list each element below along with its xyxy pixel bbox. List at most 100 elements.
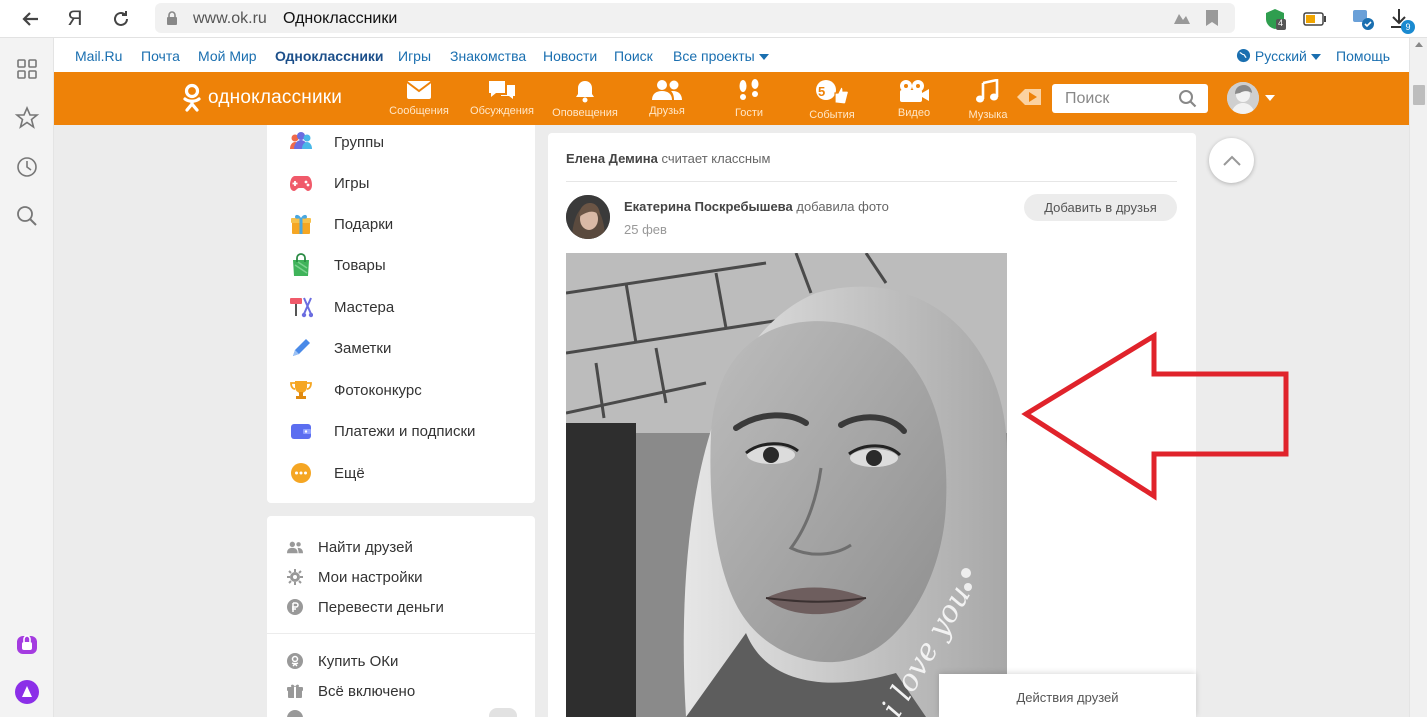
gear-icon [287, 569, 303, 585]
menu-item-masters[interactable]: Мастера [289, 294, 394, 320]
search-box[interactable] [1052, 84, 1208, 113]
address-domain: www.ok.ru [193, 10, 267, 27]
nav-events[interactable]: 5 События [794, 77, 870, 123]
menu-item-photo-contest[interactable]: Фотоконкурс [289, 377, 422, 403]
address-page-title: Одноклассники [283, 10, 398, 27]
friends-icon [652, 80, 682, 100]
more-dots-icon [289, 461, 313, 485]
star-favorites-icon[interactable] [14, 105, 40, 131]
menu-item-buy-ok[interactable]: Купить ОКи [287, 650, 398, 672]
help-link[interactable]: Помощь [1336, 48, 1390, 64]
address-bar[interactable]: www.ok.ru Одноклассники [155, 3, 1235, 33]
all-projects-dropdown[interactable]: Все проекты [673, 48, 769, 64]
menu-item-more[interactable]: Ещё [289, 460, 365, 486]
project-link[interactable]: Знакомства [450, 48, 526, 64]
project-link[interactable]: Мой Мир [198, 48, 257, 64]
menu-item-label: Платежи и подписки [334, 422, 476, 440]
post-photo[interactable]: i love you [566, 253, 1007, 717]
apps-grid-icon[interactable] [14, 56, 40, 82]
project-link[interactable]: Поиск [614, 48, 653, 64]
ok-coin-icon [287, 653, 303, 669]
globe-icon [1236, 48, 1251, 63]
scroll-to-top-button[interactable] [1209, 138, 1254, 183]
project-link[interactable]: Почта [141, 48, 180, 64]
protect-shield-icon[interactable]: 4 [1262, 6, 1288, 32]
friends-actions-panel[interactable]: Действия друзей [939, 674, 1196, 717]
groups-icon [289, 130, 313, 154]
wallet-icon [289, 419, 313, 443]
post-author-avatar[interactable] [566, 195, 610, 239]
post-author-link[interactable]: Екатерина Поскребышева [624, 199, 793, 214]
bookmark-icon[interactable] [1205, 9, 1219, 27]
menu-item-transfer-money[interactable]: Перевести деньги [287, 596, 444, 618]
nav-guests[interactable]: Гости [711, 77, 787, 123]
menu-item-goods[interactable]: Товары [289, 252, 386, 278]
scrollbar-thumb[interactable] [1413, 85, 1425, 105]
reload-icon[interactable] [108, 6, 134, 32]
project-link[interactable]: Mail.Ru [75, 48, 122, 64]
image-extension-icon[interactable] [1350, 6, 1376, 32]
user-avatar[interactable] [1227, 82, 1259, 114]
back-arrow-icon[interactable] [18, 6, 44, 32]
menu-item-payments[interactable]: Платежи и подписки [289, 418, 475, 444]
menu-item-gifts[interactable]: Подарки [289, 211, 393, 237]
yandex-logo-icon[interactable]: Я [62, 6, 88, 32]
ext-badge: 4 [1278, 18, 1284, 28]
nav-label: Обсуждения [470, 105, 534, 117]
menu-item-games[interactable]: Игры [289, 170, 369, 196]
toggle-switch[interactable] [489, 708, 517, 717]
search-input[interactable] [1052, 84, 1172, 113]
nav-label: Видео [897, 107, 931, 119]
bell-icon [576, 81, 594, 103]
nav-friends[interactable]: Друзья [629, 77, 705, 123]
alice-assistant-icon[interactable] [14, 679, 40, 705]
music-note-icon [976, 79, 999, 103]
nav-messages[interactable]: Сообщения [381, 77, 457, 123]
nav-video[interactable]: Видео [876, 77, 952, 123]
search-icon[interactable] [1178, 89, 1198, 109]
download-badge: 9 [1401, 20, 1415, 34]
all-inclusive-icon [287, 683, 303, 699]
friends-actions-label: Действия друзей [1016, 690, 1119, 705]
post-author-avatar-image [566, 195, 610, 239]
alice-shop-icon[interactable] [14, 630, 40, 656]
page-scrollbar[interactable] [1409, 38, 1427, 717]
project-link[interactable]: Игры [398, 48, 431, 64]
footprints-icon [739, 79, 759, 100]
search-icon[interactable] [14, 203, 40, 229]
menu-item-find-friends[interactable]: Найти друзей [287, 536, 413, 558]
chat-bubbles-icon [489, 81, 515, 99]
music-player-icon[interactable] [1015, 84, 1043, 110]
history-clock-icon[interactable] [14, 154, 40, 180]
project-link[interactable]: Новости [543, 48, 597, 64]
menu-item-label: Группы [334, 133, 384, 151]
menu-item-notes[interactable]: Заметки [289, 335, 391, 361]
ruble-icon [287, 599, 303, 615]
language-dropdown[interactable]: Русский [1236, 48, 1321, 64]
post-header: Екатерина Поскребышева добавила фото [624, 199, 889, 214]
menu-item-label: Товары [334, 256, 386, 274]
user-menu-caret-icon[interactable] [1265, 95, 1275, 101]
add-friend-button[interactable]: Добавить в друзья [1024, 194, 1177, 221]
menu-item-groups[interactable]: Группы [289, 129, 384, 155]
nav-notifications[interactable]: Оповещения [547, 77, 623, 123]
menu-item-all-inclusive[interactable]: Всё включено [287, 680, 415, 702]
ok-logo[interactable]: одноклассники [182, 83, 342, 113]
ok-logo-icon [183, 83, 201, 112]
menu-item-label: Купить ОКи [318, 652, 399, 670]
battery-icon[interactable] [1302, 6, 1328, 32]
nav-discussions[interactable]: Обсуждения [464, 77, 540, 123]
project-link-active[interactable]: Одноклассники [275, 48, 384, 64]
lock-icon [167, 11, 177, 25]
menu-item-label: Заметки [334, 339, 392, 357]
browser-toolbar: Я www.ok.ru Одноклассники 4 9 [0, 0, 1427, 38]
activity-user-link[interactable]: Елена Демина [566, 151, 658, 166]
downloads-icon[interactable]: 9 [1386, 6, 1415, 34]
nav-label: Сообщения [389, 105, 449, 117]
scroll-up-arrow-icon[interactable] [1415, 42, 1423, 47]
menu-item-settings[interactable]: Мои настройки [287, 566, 423, 588]
gift-icon [289, 212, 313, 236]
reader-mode-icon[interactable] [1173, 10, 1191, 26]
nav-label: События [809, 109, 855, 121]
envelope-icon [406, 81, 432, 99]
